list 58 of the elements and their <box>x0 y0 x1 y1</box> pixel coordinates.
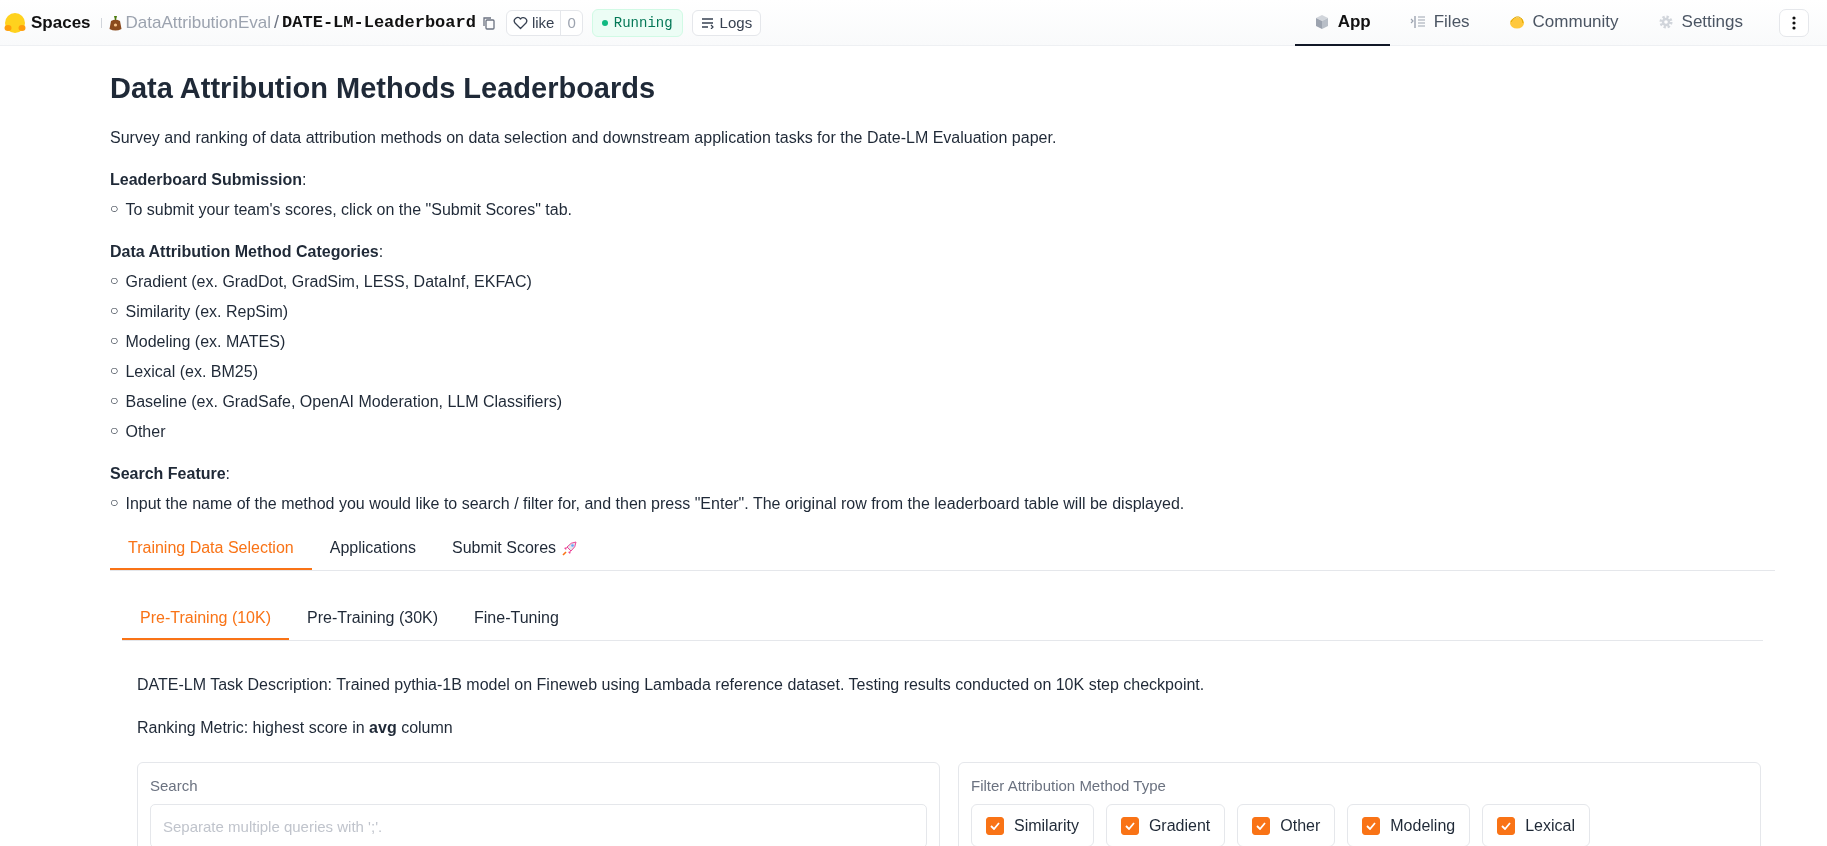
like-label: like <box>531 14 555 31</box>
nav-tab[interactable]: App <box>1294 0 1390 46</box>
bullet-mark: ○ <box>110 272 119 290</box>
field-label: Filter Attribution Method Type <box>971 776 1167 796</box>
list-item-text: To submit your team's scores, click on the "Submit Scores" tab. <box>125 200 573 220</box>
list-item-text: Baseline (ex. GradSafe, OpenAI Moderation, LLM Classifiers) <box>125 392 563 412</box>
tab[interactable]: Pre-Training (30K) <box>289 598 457 640</box>
nav-tab[interactable]: Files <box>1390 0 1489 46</box>
files-icon <box>1409 13 1426 30</box>
bullet-mark: ○ <box>110 494 119 512</box>
brand-name[interactable]: Spaces <box>31 12 91 33</box>
bullet-mark: ○ <box>110 302 119 320</box>
list-item-text: Gradient (ex. GradDot, GradSim, LESS, DataInf, EKFAC) <box>125 272 532 292</box>
list-item-text: Modeling (ex. MATES) <box>125 332 286 352</box>
bullet-mark: ○ <box>110 200 119 218</box>
page-title: Data Attribution Methods Leaderboards <box>110 71 657 106</box>
like-count: 0 <box>560 9 582 36</box>
repo-name[interactable]: DATE-LM-Leaderboard <box>282 13 476 32</box>
search-field[interactable]: Separate multiple queries with ';'. <box>150 804 927 846</box>
heart-icon <box>512 15 528 30</box>
copy-icon[interactable] <box>481 15 496 30</box>
intro-text: Survey and ranking of data attribution methods on data selection and downstream application tasks for the Date-LM Evaluation paper. <box>110 128 1058 148</box>
bullet-mark: ○ <box>110 422 119 440</box>
list-item-text: Similarity (ex. RepSim) <box>125 302 289 322</box>
tab[interactable]: Fine-Tuning <box>456 598 577 640</box>
more-button[interactable] <box>1779 8 1809 37</box>
filter-checkbox[interactable]: Gradient <box>1105 804 1226 846</box>
cube-icon <box>1313 13 1330 30</box>
filter-checkbox[interactable]: Lexical <box>1482 804 1591 846</box>
list-item-text: Other <box>125 422 166 442</box>
section-heading: Leaderboard Submission: <box>110 170 308 190</box>
section-heading: Search Feature: <box>110 464 232 484</box>
rocket-icon <box>562 540 579 556</box>
list-item-text: Input the name of the method you would like to search / filter for, and then press "Enter". The original row from the leaderboard table will be displayed. <box>125 494 1185 514</box>
kebab-menu-icon <box>1792 15 1796 30</box>
list-icon <box>700 16 715 29</box>
tab[interactable]: Submit Scores <box>434 528 597 570</box>
bullet-mark: ○ <box>110 362 119 380</box>
ranking-metric-text: Ranking Metric: highest score in avg column <box>137 718 454 738</box>
list-item-text: Lexical (ex. BM25) <box>125 362 258 382</box>
task-description: DATE-LM Task Description: Trained pythia-1B model on Fineweb using Lambada reference dataset. Testing results conducted on 10K step checkpoint. <box>137 675 1206 695</box>
field-label: Search <box>150 776 199 796</box>
filter-checkbox[interactable]: Modeling <box>1347 804 1471 846</box>
status-badge: Running <box>591 8 683 37</box>
nav-tab[interactable]: Settings <box>1638 0 1762 46</box>
avatar-icon <box>107 14 123 31</box>
path-separator: / <box>274 12 280 33</box>
logs-button[interactable]: Logs <box>691 9 762 36</box>
bullet-mark: ○ <box>110 392 119 410</box>
nav-tab[interactable]: Community <box>1489 0 1638 46</box>
filter-checkbox[interactable]: Similarity <box>971 804 1094 846</box>
filter-checkbox[interactable]: Other <box>1237 804 1336 846</box>
settings-icon <box>1657 13 1674 30</box>
bullet-mark: ○ <box>110 332 119 350</box>
logo-icon <box>4 11 26 34</box>
tab[interactable]: Applications <box>311 528 434 570</box>
like-button[interactable]: like 0 <box>505 9 583 36</box>
section-heading: Data Attribution Method Categories: <box>110 242 385 262</box>
